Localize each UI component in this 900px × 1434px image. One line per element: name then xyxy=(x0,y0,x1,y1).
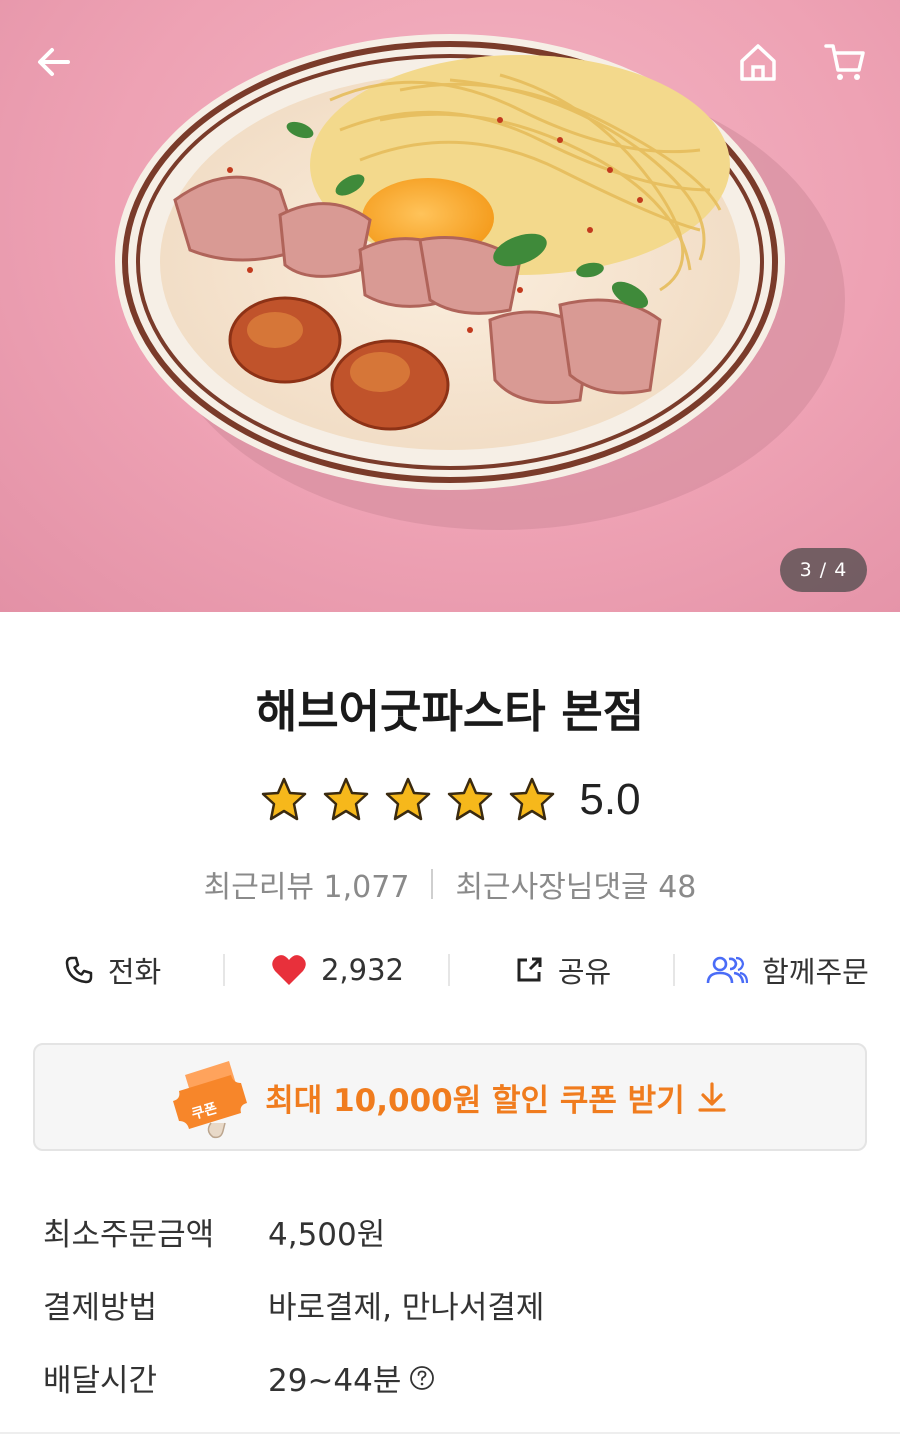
delivery-time-value: 29~44분 xyxy=(268,1363,402,1399)
min-order-label: 최소주문금액 xyxy=(43,1217,215,1253)
owner-replies-count[interactable]: 최근사장님댓글 48 xyxy=(455,862,696,906)
rating-score: 5.0 xyxy=(579,775,641,824)
review-summary[interactable]: 최근리뷰 1,077 최근사장님댓글 48 xyxy=(0,862,900,906)
share-button[interactable]: 공유 xyxy=(450,940,675,1000)
back-button[interactable] xyxy=(26,34,82,90)
store-info: 최소주문금액 4,500원 결제방법 바로결제, 만나서결제 배달시간 29~4… xyxy=(43,1195,863,1414)
group-order-label: 함께주문 xyxy=(762,955,869,989)
delivery-time-value-wrap: 29~44분 xyxy=(268,1355,435,1400)
photo-pager: 3 / 4 xyxy=(780,548,867,592)
coupon-ticket-icon: 쿠폰 xyxy=(173,1061,248,1139)
cart-icon xyxy=(824,44,865,80)
payment-method-label: 결제방법 xyxy=(43,1290,158,1326)
payment-method-row: 결제방법 바로결제, 만나서결제 xyxy=(43,1268,863,1341)
delivery-time-label: 배달시간 xyxy=(43,1363,158,1399)
recent-reviews-count[interactable]: 최근리뷰 1,077 xyxy=(204,862,410,906)
group-order-button[interactable]: 함께주문 xyxy=(675,940,900,1000)
coupon-text: 최대 10,000원 할인 쿠폰 받기 xyxy=(265,1082,685,1119)
share-label: 공유 xyxy=(557,955,612,989)
star-icon xyxy=(510,777,555,821)
min-order-row: 최소주문금액 4,500원 xyxy=(43,1195,863,1268)
rating-row[interactable]: 5.0 xyxy=(0,770,900,830)
payment-method-value: 바로결제, 만나서결제 xyxy=(268,1290,545,1326)
help-icon[interactable] xyxy=(409,1365,435,1391)
call-label: 전화 xyxy=(107,955,162,989)
home-icon xyxy=(740,44,776,81)
star-icon xyxy=(448,777,493,821)
call-button[interactable]: 전화 xyxy=(0,940,225,1000)
delivery-time-row: 배달시간 29~44분 xyxy=(43,1341,863,1414)
like-button[interactable]: 2,932 xyxy=(225,940,450,1000)
like-count: 2,932 xyxy=(320,953,405,987)
store-name: 해브어굿파스타 본점 xyxy=(255,685,645,738)
heart-icon xyxy=(272,955,306,985)
divider xyxy=(431,869,434,899)
home-button[interactable] xyxy=(730,34,786,90)
pasta-dish-photo xyxy=(115,34,845,530)
min-order-value: 4,500원 xyxy=(268,1217,386,1253)
star-icon xyxy=(386,777,431,821)
star-rating xyxy=(259,776,557,824)
coupon-banner[interactable]: 쿠폰 최대 10,000원 할인 쿠폰 받기 xyxy=(33,1043,867,1151)
star-icon xyxy=(324,777,369,821)
cart-button[interactable] xyxy=(817,34,873,90)
star-icon xyxy=(262,777,307,821)
download-icon xyxy=(698,1082,726,1112)
share-icon xyxy=(517,957,542,982)
action-bar: 전화 2,932 공유 함께주문 xyxy=(0,940,900,1000)
back-arrow-icon xyxy=(38,48,70,76)
group-order-icon xyxy=(706,956,749,984)
store-photo[interactable] xyxy=(0,0,900,612)
phone-icon xyxy=(65,956,93,984)
